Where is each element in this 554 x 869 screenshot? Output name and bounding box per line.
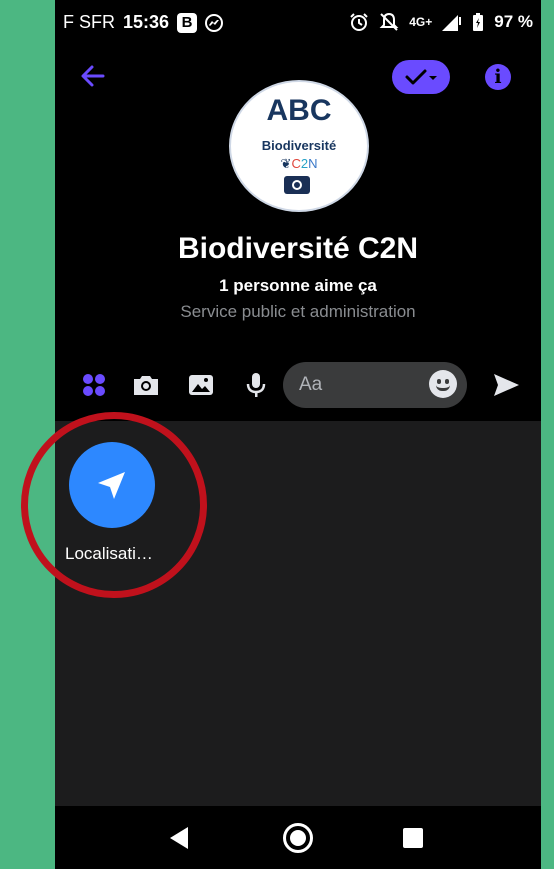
info-icon: i [494,66,502,88]
apps-grid-icon[interactable] [79,370,109,400]
likes-count: 1 personne aime ça [219,276,377,295]
phone-screen: F SFR 15:36 B 4G+ 97 % i ABC Biodiversit… [55,0,541,869]
signal-icon [442,15,462,31]
page-avatar[interactable]: ABC Biodiversité ❦C2N [229,80,369,212]
logo-abc-text: ABC [266,94,332,127]
status-bar: F SFR 15:36 B 4G+ 97 % [55,0,541,48]
gallery-icon[interactable] [186,370,216,400]
nav-recents-icon[interactable] [403,828,423,848]
checkmark-icon [405,69,437,85]
nav-home-icon[interactable] [283,823,313,853]
location-arrow-icon [98,472,125,499]
info-button[interactable]: i [485,64,511,90]
status-right: 4G+ 97 % [349,12,533,32]
battery-level: 97 % [494,12,533,31]
alarm-icon [350,13,368,31]
leaf-icon: ❦ [280,156,292,171]
back-button[interactable] [77,60,109,92]
location-label[interactable]: Localisati… [65,544,175,564]
mute-icon [379,12,399,31]
messenger-icon [205,13,224,32]
page-title: Biodiversité C2N [177,232,419,265]
camera-icon[interactable] [131,370,161,400]
logo-camera-icon [284,176,310,194]
carrier: F SFR [63,12,115,32]
back-arrow-icon [81,65,105,87]
page-category: Service public et administration [180,302,416,321]
emoji-icon[interactable] [429,370,457,398]
send-icon[interactable] [491,370,521,400]
location-button[interactable] [69,442,155,528]
mark-done-button[interactable] [392,60,450,94]
clock: 15:36 [123,12,170,32]
microphone-icon[interactable] [241,370,271,400]
battery-icon [473,13,484,31]
extensions-tray: Localisati… [55,421,541,806]
status-left: F SFR 15:36 B [63,12,224,33]
network-type: 4G+ [409,15,433,29]
nav-back-icon[interactable] [170,827,188,849]
logo-c2n: ❦C2N [280,156,318,171]
b-notification-icon: B [177,12,198,33]
android-navbar [55,806,541,869]
message-composer [55,356,541,416]
logo-subtitle: Biodiversité [261,138,337,153]
